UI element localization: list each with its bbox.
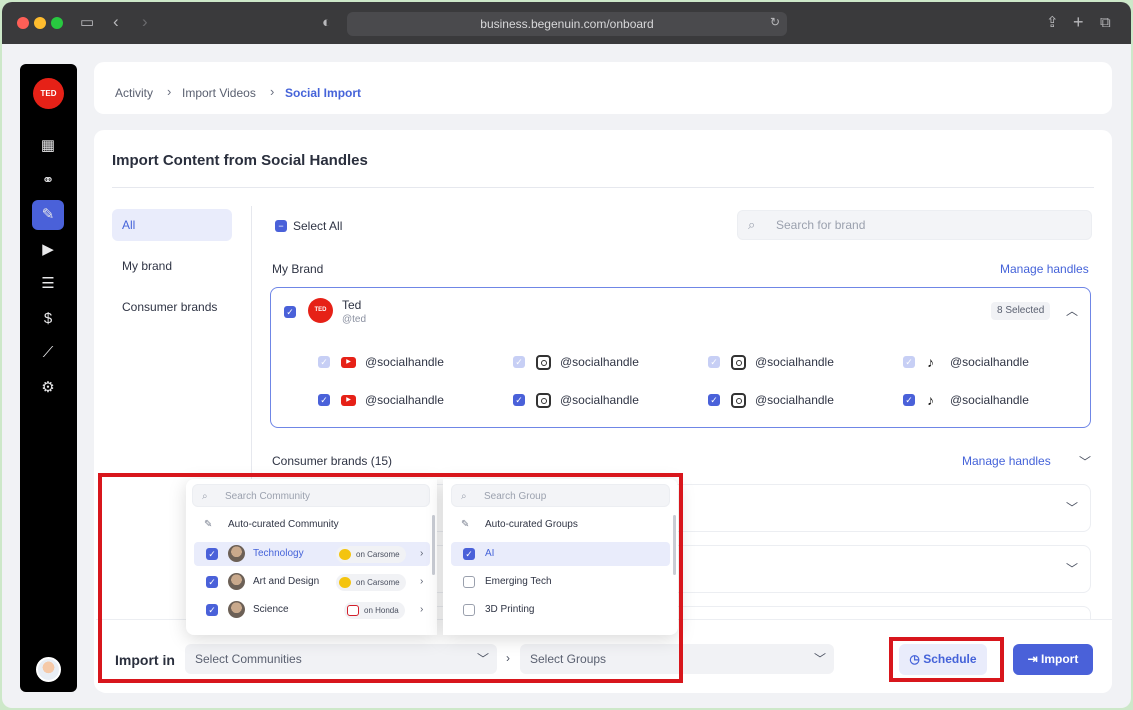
chevron-down-icon[interactable]: ﹀ [1066,560,1078,577]
chevron-up-icon[interactable]: ︿ [1066,302,1078,319]
youtube-icon: ▶ [341,395,356,406]
maximize-window-button[interactable] [51,17,63,29]
consumer-brands-heading: Consumer brands (15) [272,454,393,468]
select-all-checkbox[interactable]: − [275,220,287,232]
social-handle: @socialhandle [560,393,639,407]
instagram-icon [536,393,551,408]
highlight-box-schedule [889,637,1004,682]
instagram-icon [731,393,746,408]
tiktok-icon: ♪ [927,354,934,370]
magic-wand-icon[interactable]: ✎ [32,200,64,230]
divider [112,187,1094,188]
video-import-icon[interactable]: ▶ [32,235,64,265]
social-handle: @socialhandle [755,355,834,369]
import-icon: ⇥ [1027,652,1042,666]
chevron-down-icon: ﹀ [813,652,826,666]
breadcrumb: Activity › Import Videos › Social Import [94,62,1112,114]
brand-avatar: TED [308,298,333,323]
checklist-icon[interactable]: ☰ [32,269,64,299]
minimize-window-button[interactable] [34,17,46,29]
handle-checkbox[interactable]: ✓ [318,394,330,406]
highlight-box-import-in [98,473,683,683]
chevron-right-icon: › [270,84,275,99]
breadcrumb-import-videos[interactable]: Import Videos [182,86,256,100]
page-title: Import Content from Social Handles [112,152,368,169]
import-button[interactable]: ⇥ Import [1013,644,1093,675]
dollar-icon[interactable]: $ [32,304,64,334]
handle-checkbox[interactable]: ✓ [708,356,720,368]
back-icon[interactable]: ‹ [113,13,119,30]
address-bar[interactable]: business.begenuin.com/onboard [347,12,787,36]
social-handle: @socialhandle [950,393,1029,407]
brand-search-input[interactable]: ⌕ Search for brand [737,210,1092,240]
chevron-down-icon[interactable]: ﹀ [1079,453,1091,470]
consumer-manage-handles-link[interactable]: Manage handles [962,454,1051,468]
brand-checkbox[interactable]: ✓ [284,306,296,318]
browser-titlebar: ▭ ‹ › ◐ business.begenuin.com/onboard ↻ … [2,2,1131,44]
sidebar-toggle-icon[interactable]: ▭ [80,15,94,30]
brand-logo[interactable]: TED [33,78,64,109]
reload-icon[interactable]: ↻ [770,16,780,28]
handle-checkbox[interactable]: ✓ [708,394,720,406]
chevron-down-icon[interactable]: ﹀ [1066,499,1078,516]
handle-checkbox[interactable]: ✓ [318,356,330,368]
settings-icon[interactable]: ⚙ [32,373,64,403]
new-tab-icon[interactable]: + [1073,13,1084,31]
filter-my-brand[interactable]: My brand [112,250,232,282]
social-handle: @socialhandle [365,393,444,407]
my-brand-heading: My Brand [272,262,324,276]
breadcrumb-social-import: Social Import [285,86,362,100]
chevron-right-icon: › [167,84,172,99]
social-handle: @socialhandle [950,355,1029,369]
shield-icon: ◐ [322,14,332,31]
brand-name: Ted [342,298,362,312]
filter-all[interactable]: All [112,209,232,241]
app-sidebar: TED ▦ ⚭ ✎ ▶ ☰ $ ⟋ ⚙ [20,64,77,692]
tiktok-icon: ♪ [927,392,934,408]
url-text: business.begenuin.com/onboard [480,17,654,31]
community-icon[interactable]: ⚭ [32,166,64,196]
search-icon: ⌕ [748,217,756,232]
close-window-button[interactable] [17,17,29,29]
handle-checkbox[interactable]: ✓ [513,394,525,406]
selected-count-badge: 8 Selected [991,302,1051,320]
analytics-icon[interactable]: ⟋ [32,338,64,368]
social-handle: @socialhandle [755,393,834,407]
forward-icon[interactable]: › [142,13,148,30]
social-handle: @socialhandle [560,355,639,369]
tabs-overview-icon[interactable]: ⧉ [1100,15,1111,30]
brand-search-placeholder: Search for brand [776,218,866,232]
brand-handle: @ted [342,314,367,325]
select-all-label: Select All [293,219,343,233]
import-label: Import [1041,652,1079,666]
instagram-icon [536,355,551,370]
youtube-icon: ▶ [341,357,356,368]
user-avatar[interactable] [36,657,61,682]
handle-checkbox[interactable]: ✓ [903,394,915,406]
grid-icon[interactable]: ▦ [32,131,64,161]
social-handle: @socialhandle [365,355,444,369]
handle-checkbox[interactable]: ✓ [513,356,525,368]
handle-checkbox[interactable]: ✓ [903,356,915,368]
manage-handles-link[interactable]: Manage handles [1000,262,1089,276]
breadcrumb-activity[interactable]: Activity [115,86,153,100]
instagram-icon [731,355,746,370]
browser-window: ▭ ‹ › ◐ business.begenuin.com/onboard ↻ … [2,2,1131,708]
share-icon[interactable]: ⇪ [1046,15,1059,30]
brand-card-ted: ✓ TED Ted @ted 8 Selected ︿ ✓ ▶ @socialh… [270,287,1091,428]
filter-consumer-brands[interactable]: Consumer brands [112,291,232,323]
